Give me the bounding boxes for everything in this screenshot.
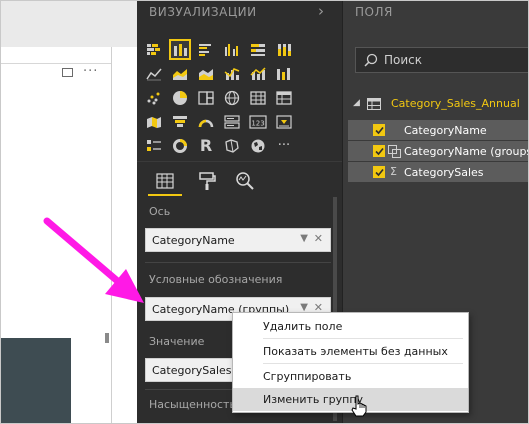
values-section-label: Значение [149,335,205,348]
canvas-top-band [1,1,137,47]
multi-row-card-icon[interactable] [221,111,243,132]
tab-analytics-magnifier-icon[interactable] [230,168,260,194]
area-chart-icon[interactable] [169,63,191,84]
search-icon [364,53,378,67]
r-visual-label: R [199,136,213,155]
menu-item-remove-field[interactable]: Удалить поле [233,315,468,338]
axis-section-label: Ось [149,205,171,218]
axis-field-well[interactable]: CategoryName ▼ ✕ [145,228,331,252]
card-icon[interactable]: 123 [247,111,269,132]
search-placeholder: Поиск [384,53,423,67]
100-percent-bar-chart-icon[interactable] [247,39,269,60]
scatter-chart-icon[interactable] [143,87,165,108]
field-name: CategoryName (groups) [404,145,529,158]
map-icon[interactable] [221,87,243,108]
field-checkbox[interactable] [373,124,385,136]
resize-handle[interactable] [105,333,109,343]
tab-fields-wells[interactable] [150,168,180,194]
field-table-row[interactable]: ◢ Category_Sales_Annual [353,96,528,114]
menu-item-label: Удалить поле [263,320,343,333]
group-field-icon [388,145,401,158]
menu-separator [263,338,463,339]
tab-format-paint-roller-icon[interactable] [192,168,222,194]
pie-chart-icon[interactable] [169,87,191,108]
field-name: CategorySales [404,166,484,179]
globe-icon[interactable] [247,135,269,156]
table-icon [367,98,381,110]
shape-map-icon[interactable] [221,135,243,156]
more-visuals-icon[interactable]: ··· [273,135,295,156]
values-field-name: CategorySales [152,364,232,377]
table-name: Category_Sales_Annual [391,97,520,110]
sigma-icon: Σ [390,165,397,178]
gauge-icon[interactable] [195,111,217,132]
table-icon[interactable] [247,87,269,108]
r-visual-icon[interactable]: R [195,135,217,156]
menu-item-group[interactable]: Сгруппировать [233,365,468,388]
field-checkbox[interactable] [373,145,385,157]
fields-search-input[interactable]: Поиск [355,47,528,73]
more-visuals-label: ··· [277,138,291,153]
more-options-icon[interactable]: ··· [83,64,98,79]
section-divider [145,262,331,263]
field-item[interactable]: Σ CategorySales [348,162,528,182]
slicer-icon[interactable] [143,135,165,156]
card-icon-label: 123 [251,119,264,127]
menu-item-show-items-without-data[interactable]: Показать элементы без данных [233,340,468,363]
field-item[interactable]: CategoryName (groups) [348,141,529,161]
funnel-icon[interactable] [169,111,191,132]
filled-map-icon[interactable] [143,111,165,132]
line-and-stacked-column-chart-icon[interactable] [247,63,269,84]
visualization-tabs [137,161,342,198]
clustered-bar-chart-icon[interactable] [195,39,217,60]
line-and-column-chart-icon[interactable] [221,63,243,84]
treemap-icon[interactable] [195,87,217,108]
field-name: CategoryName [404,124,487,137]
kpi-icon[interactable] [273,111,295,132]
saturation-section-label: Насыщенность [149,398,236,411]
menu-item-label: Сгруппировать [263,370,352,383]
matrix-icon[interactable] [273,87,295,108]
field-item[interactable]: CategoryName [348,120,528,140]
stacked-area-chart-icon[interactable] [195,63,217,84]
fields-title: ПОЛЯ [355,5,393,19]
menu-item-label: Показать элементы без данных [263,345,448,358]
axis-field-name: CategoryName [152,234,235,247]
legend-section-label: Условные обозначения [149,273,283,286]
donut-chart-icon[interactable] [169,135,191,156]
ribbon-chart-icon[interactable] [273,63,295,84]
visualizations-title: ВИЗУАЛИЗАЦИИ [149,5,257,19]
menu-item-label: Изменить группу [263,393,364,406]
report-canvas: ··· [1,1,137,423]
clustered-column-chart-icon[interactable] [221,39,243,60]
collapse-pane-chevron-icon[interactable]: › [318,2,324,20]
menu-separator [263,363,463,364]
expand-caret-icon[interactable]: ◢ [353,98,360,108]
stacked-bar-chart-icon[interactable] [143,39,165,60]
remove-field-close-icon[interactable]: ✕ [314,232,323,245]
hand-pointer-cursor-icon [351,395,367,417]
line-chart-icon[interactable] [143,63,165,84]
active-tab-indicator [148,194,182,196]
stacked-column-chart-icon[interactable] [169,39,191,60]
chart-visual-fragment[interactable] [1,338,71,423]
focus-mode-icon[interactable] [62,68,73,77]
chevron-down-icon[interactable]: ▼ [300,233,308,244]
100-percent-column-chart-icon[interactable] [273,39,295,60]
field-checkbox[interactable] [373,166,385,178]
